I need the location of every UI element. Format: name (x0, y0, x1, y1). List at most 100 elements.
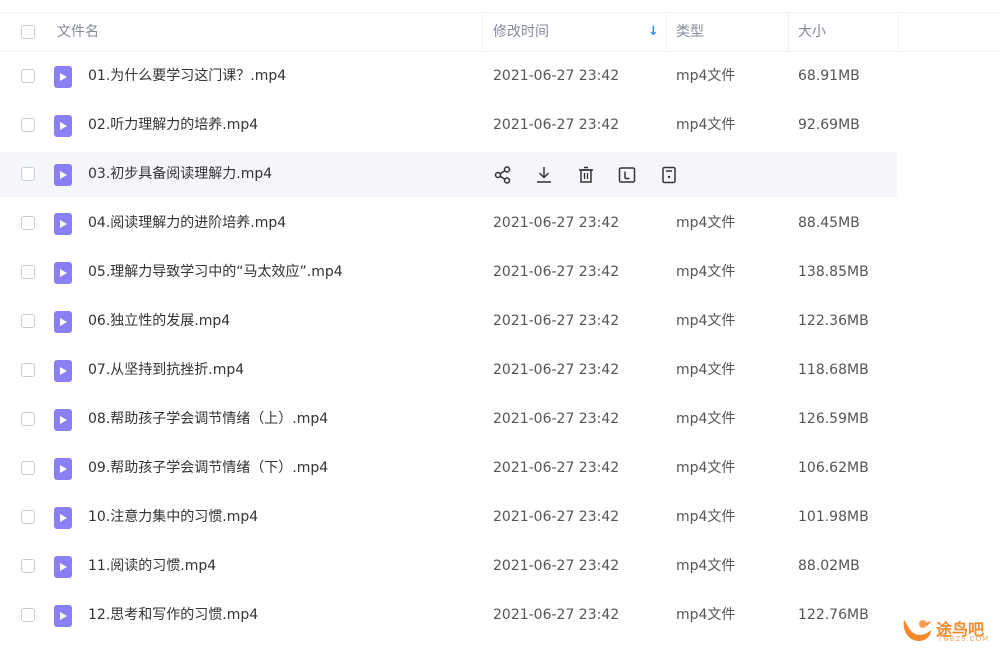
file-type: mp4文件 (676, 411, 736, 427)
table-row[interactable]: 10.注意力集中的习惯.mp4 2021-06-27 23:42 mp4文件 101.… (0, 493, 1000, 542)
file-type: mp4文件 (676, 313, 736, 329)
file-name-link[interactable]: 11.阅读的习惯.mp4 (88, 542, 216, 591)
table-row[interactable]: 07.从坚持到抗挫折.mp4 2021-06-27 23:42 mp4文件 118.6… (0, 346, 1000, 395)
share-icon[interactable] (493, 165, 513, 185)
modified-time: 2021-06-27 23:42 (493, 68, 620, 84)
more-icon[interactable] (659, 165, 679, 185)
table-row[interactable]: 09.帮助孩子学会调节情绪（下）.mp4 2021-06-27 23:42 mp4文… (0, 444, 1000, 493)
file-list: 文件名 修改时间 ↓ 类型 大小 01.为什么要学习这门课？.mp4 2021-0… (0, 0, 1000, 650)
file-size: 101.98MB (798, 509, 869, 525)
file-type: mp4文件 (676, 264, 736, 280)
row-checkbox[interactable] (21, 314, 35, 328)
column-divider[interactable] (898, 13, 899, 51)
file-size: 126.59MB (798, 411, 869, 427)
file-name-link[interactable]: 09.帮助孩子学会调节情绪（下）.mp4 (88, 444, 328, 493)
select-all-checkbox[interactable] (21, 25, 35, 39)
file-type: mp4文件 (676, 460, 736, 476)
modified-time: 2021-06-27 23:42 (493, 362, 620, 378)
file-size: 118.68MB (798, 362, 869, 378)
column-header-type[interactable]: 类型 (676, 13, 704, 51)
column-header-size[interactable]: 大小 (798, 13, 826, 51)
bird-logo-icon (903, 620, 932, 641)
row-checkbox[interactable] (21, 69, 35, 83)
modified-time: 2021-06-27 23:42 (493, 509, 620, 525)
table-row[interactable]: 05.理解力导致学习中的“马太效应”.mp4 2021-06-27 23:42 mp… (0, 248, 1000, 297)
modified-time: 2021-06-27 23:42 (493, 264, 620, 280)
video-file-icon (54, 507, 72, 529)
file-type: mp4文件 (676, 117, 736, 133)
row-checkbox[interactable] (21, 510, 35, 524)
file-size: 88.45MB (798, 215, 860, 231)
video-file-icon (54, 164, 72, 186)
file-size: 92.69MB (798, 117, 860, 133)
video-file-icon (54, 66, 72, 88)
video-file-icon (54, 360, 72, 382)
modified-time: 2021-06-27 23:42 (493, 558, 620, 574)
video-file-icon (54, 213, 72, 235)
file-name-link[interactable]: 10.注意力集中的习惯.mp4 (88, 493, 258, 542)
table-row[interactable]: 11.阅读的习惯.mp4 2021-06-27 23:42 mp4文件 88.02MB (0, 542, 1000, 591)
video-file-icon (54, 458, 72, 480)
table-row[interactable]: 01.为什么要学习这门课？.mp4 2021-06-27 23:42 mp4文件 68… (0, 52, 1000, 101)
column-divider[interactable] (788, 13, 789, 51)
row-checkbox[interactable] (21, 216, 35, 230)
column-divider[interactable] (482, 13, 483, 51)
sort-desc-icon[interactable]: ↓ (648, 13, 659, 51)
modified-time: 2021-06-27 23:42 (493, 607, 620, 623)
modified-time: 2021-06-27 23:42 (493, 411, 620, 427)
row-checkbox[interactable] (21, 363, 35, 377)
column-divider[interactable] (666, 13, 667, 51)
video-file-icon (54, 605, 72, 627)
row-checkbox[interactable] (21, 559, 35, 573)
rename-icon[interactable] (617, 165, 637, 185)
video-file-icon (54, 262, 72, 284)
row-checkbox[interactable] (21, 167, 35, 181)
file-size: 122.36MB (798, 313, 869, 329)
file-name-link[interactable]: 04.阅读理解力的进阶培养.mp4 (88, 199, 286, 248)
modified-time: 2021-06-27 23:42 (493, 313, 620, 329)
file-type: mp4文件 (676, 607, 736, 623)
row-checkbox[interactable] (21, 412, 35, 426)
video-file-icon (54, 409, 72, 431)
file-type: mp4文件 (676, 558, 736, 574)
file-name-link[interactable]: 03.初步具备阅读理解力.mp4 (88, 150, 272, 199)
watermark-logo: 途鸟吧 TNBZS.COM (900, 614, 996, 646)
file-type: mp4文件 (676, 215, 736, 231)
table-row[interactable]: 04.阅读理解力的进阶培养.mp4 2021-06-27 23:42 mp4文件 88… (0, 199, 1000, 248)
column-header-name[interactable]: 文件名 (57, 13, 99, 51)
table-row[interactable]: 06.独立性的发展.mp4 2021-06-27 23:42 mp4文件 122.36… (0, 297, 1000, 346)
file-type: mp4文件 (676, 362, 736, 378)
file-size: 106.62MB (798, 460, 869, 476)
row-checkbox[interactable] (21, 118, 35, 132)
column-header-modified[interactable]: 修改时间 (493, 13, 549, 51)
file-name-link[interactable]: 05.理解力导致学习中的“马太效应”.mp4 (88, 248, 343, 297)
table-row[interactable]: 12.思考和写作的习惯.mp4 2021-06-27 23:42 mp4文件 122.… (0, 591, 1000, 640)
file-size: 68.91MB (798, 68, 860, 84)
file-size: 138.85MB (798, 264, 869, 280)
delete-icon[interactable] (576, 165, 596, 185)
video-file-icon (54, 556, 72, 578)
file-name-link[interactable]: 06.独立性的发展.mp4 (88, 297, 230, 346)
modified-time: 2021-06-27 23:42 (493, 460, 620, 476)
video-file-icon (54, 115, 72, 137)
file-name-link[interactable]: 07.从坚持到抗挫折.mp4 (88, 346, 244, 395)
file-name-link[interactable]: 01.为什么要学习这门课？.mp4 (88, 52, 286, 101)
file-name-link[interactable]: 08.帮助孩子学会调节情绪（上）.mp4 (88, 395, 328, 444)
table-row[interactable]: 08.帮助孩子学会调节情绪（上）.mp4 2021-06-27 23:42 mp4文… (0, 395, 1000, 444)
table-row[interactable]: 03.初步具备阅读理解力.mp4 (0, 150, 1000, 199)
table-row[interactable]: 02.听力理解力的培养.mp4 2021-06-27 23:42 mp4文件 92.6… (0, 101, 1000, 150)
file-name-link[interactable]: 02.听力理解力的培养.mp4 (88, 101, 258, 150)
watermark-subtext: TNBZS.COM (938, 635, 990, 643)
file-type: mp4文件 (676, 509, 736, 525)
row-checkbox[interactable] (21, 461, 35, 475)
modified-time: 2021-06-27 23:42 (493, 215, 620, 231)
download-icon[interactable] (534, 165, 554, 185)
file-name-link[interactable]: 12.思考和写作的习惯.mp4 (88, 591, 258, 640)
modified-time: 2021-06-27 23:42 (493, 117, 620, 133)
table-header: 文件名 修改时间 ↓ 类型 大小 (0, 13, 1000, 52)
video-file-icon (54, 311, 72, 333)
file-type: mp4文件 (676, 68, 736, 84)
file-size: 88.02MB (798, 558, 860, 574)
row-checkbox[interactable] (21, 265, 35, 279)
row-checkbox[interactable] (21, 608, 35, 622)
